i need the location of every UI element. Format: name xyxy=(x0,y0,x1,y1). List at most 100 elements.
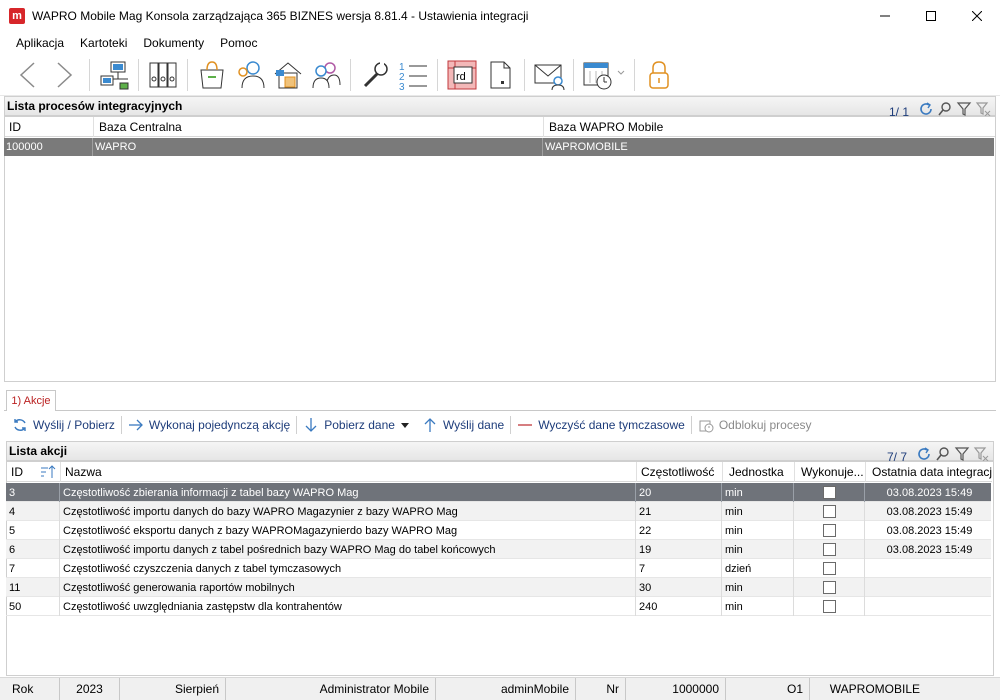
download-data-button[interactable]: Pobierz dane xyxy=(297,414,416,436)
cell-id: 6 xyxy=(6,540,60,559)
cell-id: 7 xyxy=(6,559,60,578)
refresh-icon xyxy=(920,102,932,115)
cell-id: 5 xyxy=(6,521,60,540)
menu-pomoc[interactable]: Pomoc xyxy=(212,36,265,50)
menu-kartoteki[interactable]: Kartoteki xyxy=(72,36,135,50)
cell-unit: min xyxy=(722,578,794,597)
settings-button[interactable] xyxy=(356,56,394,94)
forward-button[interactable] xyxy=(46,56,84,94)
document-icon xyxy=(490,61,511,88)
process-grid-header: ID Baza Centralna Baza WAPRO Mobile xyxy=(5,116,995,137)
cell-unit: min xyxy=(722,502,794,521)
toolbar-separator xyxy=(187,58,188,91)
report-designer-button[interactable]: rd xyxy=(443,56,481,94)
unlock-processes-button[interactable]: Odblokuj procesy xyxy=(692,414,818,436)
table-row[interactable]: 50 Częstotliwość uwzględniania zastępstw … xyxy=(6,597,991,616)
column-header-last-integration[interactable]: Ostatnia data integracji xyxy=(866,462,992,482)
sort-ascending-icon[interactable] xyxy=(40,464,56,479)
menu-dokumenty[interactable]: Dokumenty xyxy=(135,36,212,50)
clear-filter-button[interactable] xyxy=(973,446,989,462)
search-button[interactable] xyxy=(937,101,953,117)
cell-frequency: 240 xyxy=(636,597,722,616)
cell-frequency: 19 xyxy=(636,540,722,559)
scheduler-button[interactable] xyxy=(579,56,629,94)
tab-akcje[interactable]: 1) Akcje xyxy=(6,390,56,411)
warehouse-button[interactable] xyxy=(269,56,307,94)
column-header-executes[interactable]: Wykonuje... xyxy=(795,461,866,482)
cell-last-integration xyxy=(865,559,991,578)
cell-unit: min xyxy=(722,540,794,559)
toolbar-separator xyxy=(524,58,525,91)
mail-button[interactable] xyxy=(530,56,568,94)
binders-icon xyxy=(149,62,177,87)
table-row[interactable]: 11 Częstotliwość generowania raportów mob… xyxy=(6,578,991,597)
clear-filter-icon xyxy=(975,102,991,117)
status-database: WAPROMOBILE xyxy=(829,682,920,696)
maximize-button[interactable] xyxy=(908,0,954,32)
column-header-id[interactable]: ID xyxy=(7,461,61,482)
filter-button[interactable] xyxy=(956,101,972,117)
minimize-button[interactable] xyxy=(862,0,908,32)
table-row[interactable]: 6 Częstotliwość importu danych z tabel po… xyxy=(6,540,991,559)
clear-temp-data-button[interactable]: Wyczyść dane tymczasowe xyxy=(511,414,691,436)
users-icon xyxy=(312,61,341,88)
send-data-button[interactable]: Wyślij dane xyxy=(416,414,510,436)
cell-name: Częstotliwość uwzględniania zastępstw dl… xyxy=(60,597,636,616)
column-header-mobile-db[interactable]: Baza WAPRO Mobile xyxy=(544,117,995,137)
clear-filter-button[interactable] xyxy=(975,101,991,117)
cell-executes xyxy=(794,559,865,578)
table-row[interactable]: 3 Częstotliwość zbierania informacji z ta… xyxy=(6,483,991,502)
table-row[interactable]: 5 Częstotliwość eksportu danych z bazy WA… xyxy=(6,521,991,540)
column-header-central-db[interactable]: Baza Centralna xyxy=(94,116,544,137)
tab-strip-line xyxy=(4,410,996,411)
status-login: adminMobile xyxy=(436,677,576,700)
executes-checkbox[interactable] xyxy=(822,505,836,518)
cell-name: Częstotliwość zbierania informacji z tab… xyxy=(60,483,636,502)
executes-checkbox[interactable] xyxy=(822,543,836,556)
shopping-bag-button[interactable] xyxy=(193,56,231,94)
title-bar: m WAPRO Mobile Mag Konsola zarządzająca … xyxy=(0,0,1000,32)
numbering-button[interactable]: 1 2 3 xyxy=(394,56,432,94)
lock-button[interactable] xyxy=(640,56,678,94)
document-button[interactable] xyxy=(481,56,519,94)
column-header-unit[interactable]: Jednostka xyxy=(723,461,795,482)
executes-checkbox[interactable] xyxy=(822,562,836,575)
executes-checkbox[interactable] xyxy=(822,486,836,499)
menu-aplikacja[interactable]: Aplikacja xyxy=(8,36,72,50)
run-single-action-button[interactable]: Wykonaj pojedynczą akcję xyxy=(122,414,296,436)
send-receive-button[interactable]: Wyślij / Pobierz xyxy=(6,414,121,436)
contractors-button[interactable] xyxy=(231,56,269,94)
process-panel-title: Lista procesów integracyjnych xyxy=(7,99,183,113)
executes-checkbox[interactable] xyxy=(822,524,836,537)
status-o1: O1 xyxy=(726,677,810,700)
refresh-button[interactable] xyxy=(916,446,932,462)
table-row[interactable]: 4 Częstotliwość importu danych do bazy WA… xyxy=(6,502,991,521)
report-designer-icon: rd xyxy=(447,60,477,89)
filter-button[interactable] xyxy=(954,446,970,462)
status-year-value: 2023 xyxy=(60,677,120,700)
maximize-icon xyxy=(926,11,936,21)
search-icon xyxy=(938,102,951,116)
column-header-id[interactable]: ID xyxy=(5,116,94,137)
close-button[interactable] xyxy=(954,0,1000,32)
cell-unit: min xyxy=(722,597,794,616)
back-button[interactable] xyxy=(8,56,46,94)
warehouse-house-icon xyxy=(274,61,302,88)
refresh-button[interactable] xyxy=(918,101,934,117)
executes-checkbox[interactable] xyxy=(822,581,836,594)
table-row[interactable]: 100000 WAPRO WAPROMOBILE xyxy=(4,138,994,156)
toolbar-separator xyxy=(89,58,90,91)
cell-central-db: WAPRO xyxy=(93,138,543,156)
network-button[interactable] xyxy=(95,56,133,94)
column-header-frequency[interactable]: Częstotliwość xyxy=(637,461,723,482)
users-button[interactable] xyxy=(307,56,345,94)
search-button[interactable] xyxy=(935,446,951,462)
column-header-name[interactable]: Nazwa xyxy=(61,461,637,482)
executes-checkbox[interactable] xyxy=(822,600,836,613)
cell-mobile-db: WAPROMOBILE xyxy=(545,141,628,153)
main-toolbar: 1 2 3 rd xyxy=(0,54,1000,96)
dropdown-triangle-icon[interactable] xyxy=(400,420,410,430)
binders-button[interactable] xyxy=(144,56,182,94)
table-row[interactable]: 7 Częstotliwość czyszczenia danych z tabe… xyxy=(6,559,991,578)
people-icon xyxy=(238,60,265,88)
